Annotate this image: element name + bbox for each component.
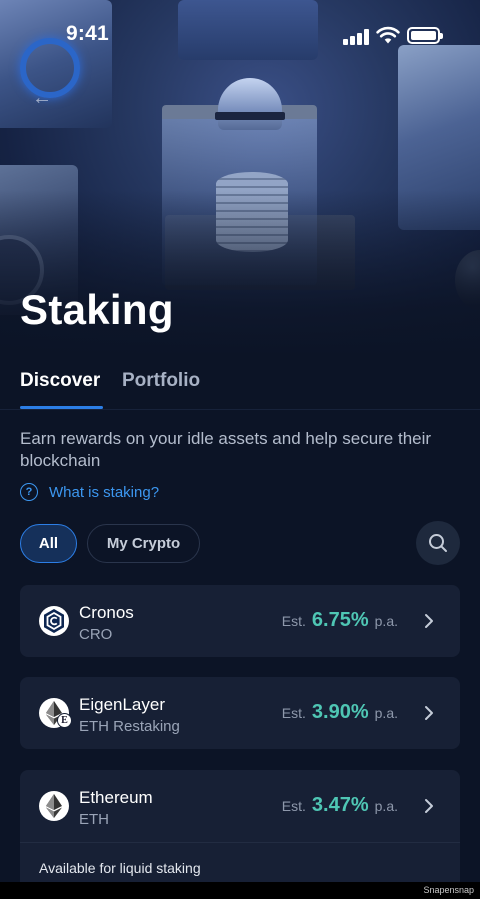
coin-slot [215,112,285,120]
asset-name: Cronos [79,603,134,622]
asset-name: Ethereum [79,788,153,807]
tab-discover[interactable]: Discover [20,370,100,392]
tab-divider [0,409,480,410]
glass-base [165,215,355,290]
intro-description: Earn rewards on your idle assets and hel… [20,429,432,470]
est-label: Est. [281,798,306,814]
asset-ticker: ETH [79,811,109,828]
asset-card-cronos[interactable]: Cronos CRO Est. 6.75% p.a. [20,585,460,657]
liquid-staking-note: Available for liquid staking [39,860,201,876]
coin-stack [216,172,288,252]
asset-ticker: ETH Restaking [79,718,180,735]
asset-ticker: CRO [79,626,113,643]
wifi-icon [376,26,400,44]
chevron-right-icon [425,799,433,813]
rate-value: 6.75% [311,609,369,631]
est-label: Est. [281,613,306,629]
filter-my-crypto-chip[interactable]: My Crypto [87,524,200,563]
pa-label: p.a. [374,798,398,814]
estimated-rate: Est. 3.47% p.a. [282,794,398,817]
estimated-rate: Est. 6.75% p.a. [282,609,398,632]
eigen-badge-icon: E [57,713,72,728]
back-arrow-icon[interactable]: ← [32,88,52,108]
active-tab-indicator [20,406,103,409]
rate-value: 3.47% [311,794,369,816]
what-is-staking-link[interactable]: ? What is staking? [20,482,159,502]
card-divider [20,842,460,843]
pa-label: p.a. [374,613,398,629]
rate-value: 3.90% [311,701,369,723]
ethereum-icon [39,791,69,821]
status-bar: 9:41 [0,0,480,70]
asset-name: EigenLayer [79,695,166,714]
help-link-label: What is staking? [49,483,160,501]
search-button[interactable] [416,521,460,565]
search-icon [429,534,447,552]
tab-portfolio[interactable]: Portfolio [122,370,200,392]
asset-card-eigenlayer[interactable]: E EigenLayer ETH Restaking Est. 3.90% p.… [20,677,460,749]
vault-cube [398,45,480,230]
asset-card-ethereum[interactable]: Ethereum ETH Est. 3.47% p.a. Available f… [20,770,460,899]
estimated-rate: Est. 3.90% p.a. [282,701,398,724]
signal-icon [343,29,369,45]
glass-box [162,105,317,285]
watermark: Snapensnap [423,885,474,895]
pa-label: p.a. [374,705,398,721]
page-title: Staking [20,286,174,333]
cronos-icon [39,606,69,636]
est-label: Est. [281,705,306,721]
status-time: 9:41 [66,22,109,45]
chevron-right-icon [425,614,433,628]
chevron-right-icon [425,706,433,720]
battery-icon [407,27,443,44]
question-icon: ? [20,483,38,501]
orb [455,250,480,310]
footer-bar: Snapensnap [0,882,480,899]
filter-all-chip[interactable]: All [20,524,77,563]
coin [218,78,282,130]
